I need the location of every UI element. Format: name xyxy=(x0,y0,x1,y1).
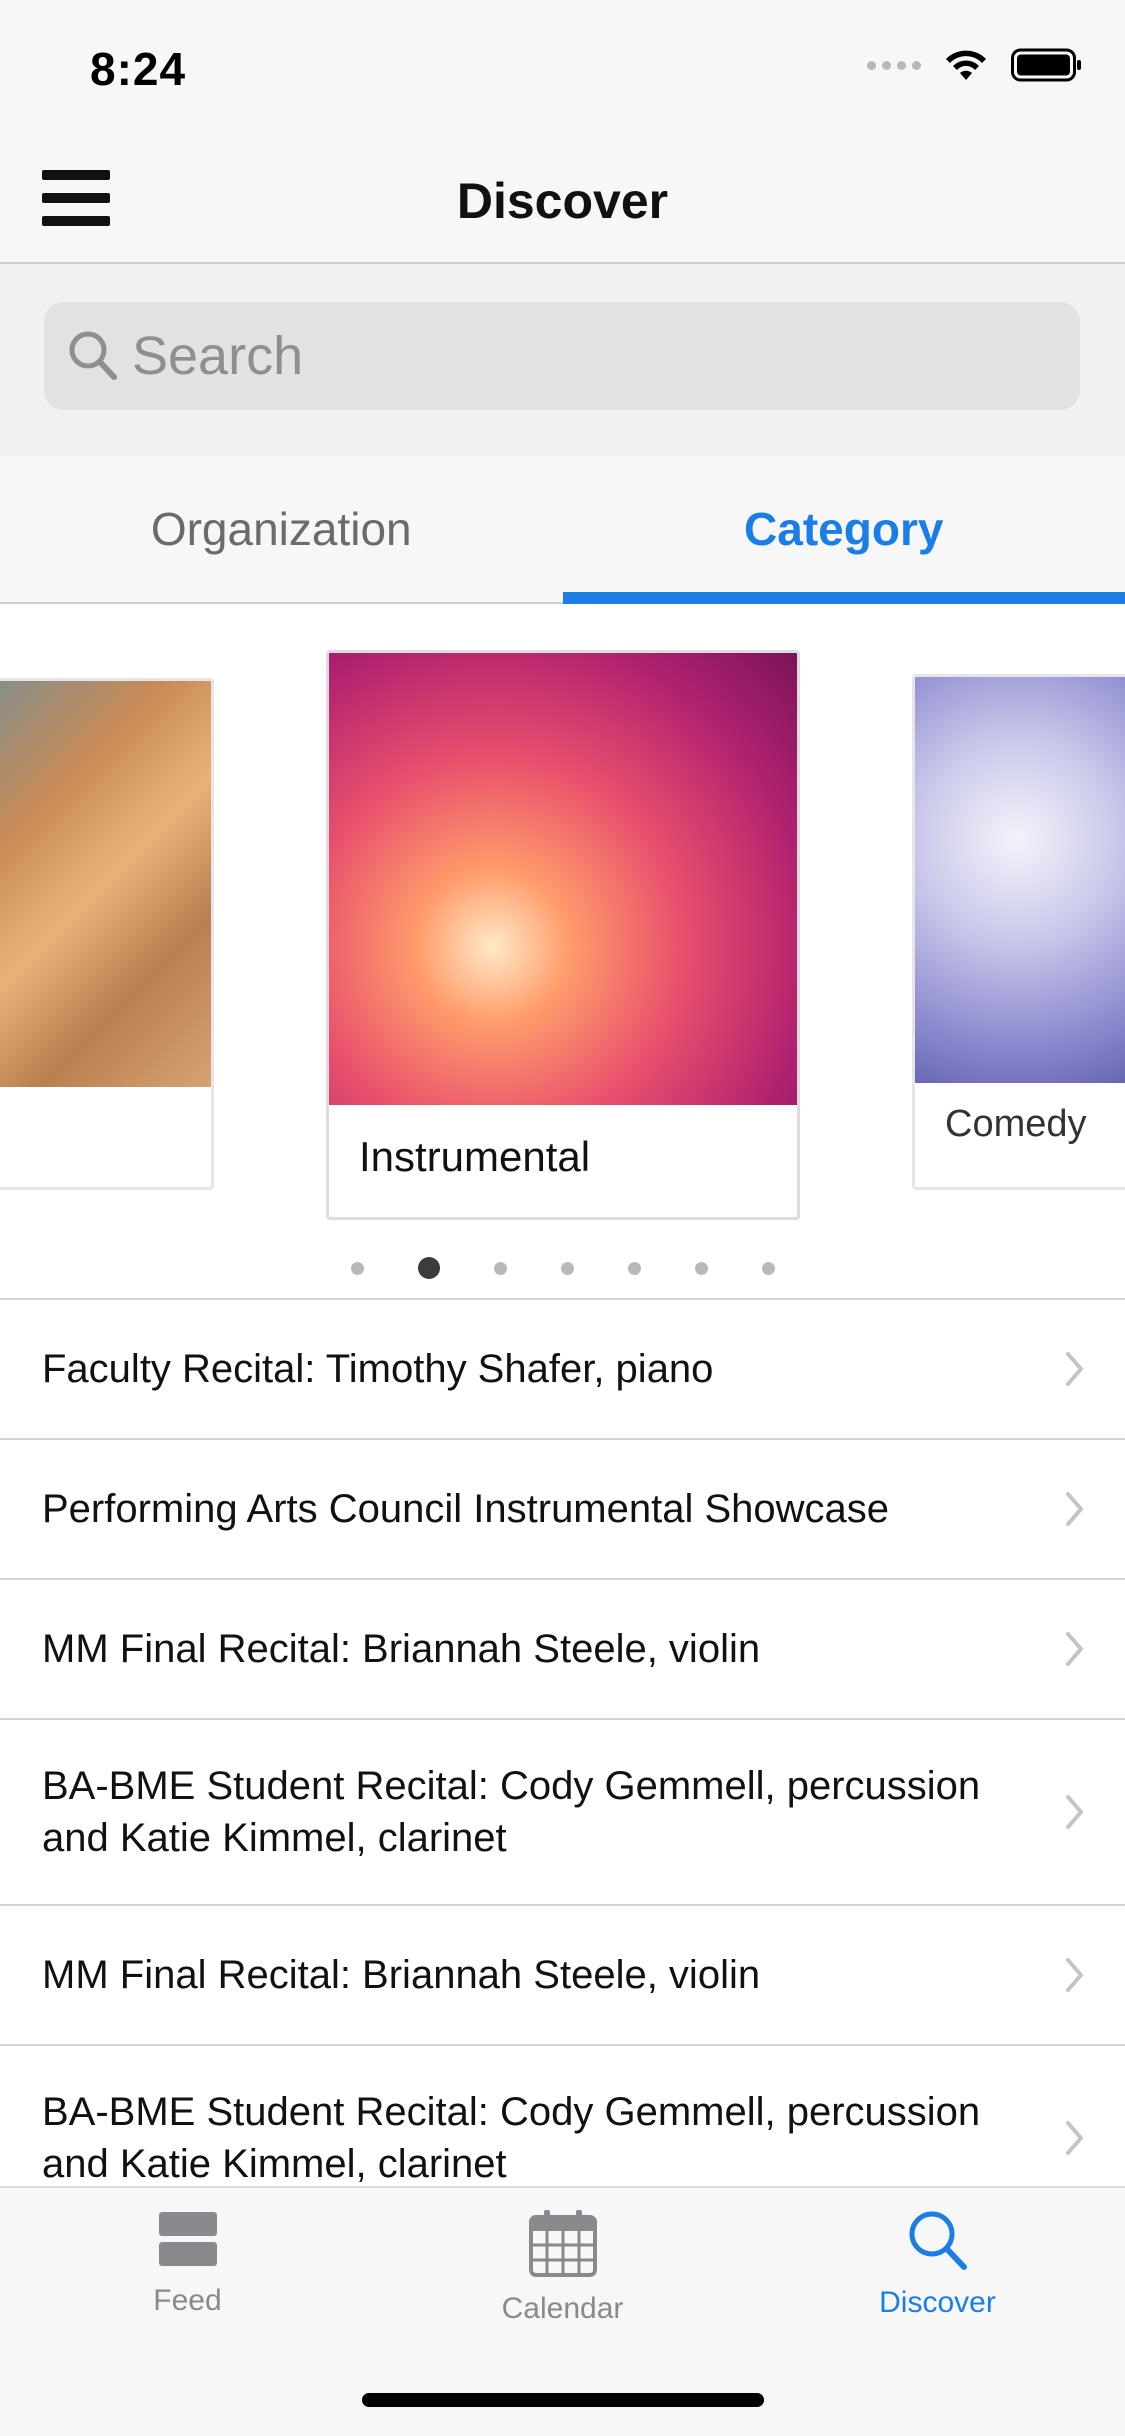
event-row[interactable]: MM Final Recital: Briannah Steele, violi… xyxy=(0,1578,1125,1718)
tab-organization[interactable]: Organization xyxy=(0,456,563,602)
segment-tabs: Organization Category xyxy=(0,456,1125,604)
category-image xyxy=(915,677,1125,1083)
page-dot[interactable] xyxy=(493,1261,507,1275)
event-title: MM Final Recital: Briannah Steele, violi… xyxy=(42,1953,761,1997)
tab-category[interactable]: Category xyxy=(562,456,1125,604)
navigation-bar: Discover xyxy=(0,132,1125,264)
page-indicator[interactable] xyxy=(0,1248,1125,1288)
event-title: BA-BME Student Recital: Cody Gemmell, pe… xyxy=(42,2090,981,2186)
status-icons xyxy=(867,48,1083,82)
event-title: Faculty Recital: Timothy Shafer, piano xyxy=(42,1347,714,1391)
search-icon xyxy=(909,2211,967,2270)
tab-label: Discover xyxy=(879,2286,996,2319)
tab-label: Feed xyxy=(153,2284,222,2317)
page-dot[interactable] xyxy=(350,1261,364,1275)
status-bar: 8:24 xyxy=(0,0,1125,132)
search-section xyxy=(0,264,1125,456)
search-bar[interactable] xyxy=(44,302,1080,410)
wifi-icon xyxy=(946,50,986,80)
chevron-right-icon xyxy=(1066,1352,1083,1386)
home-indicator[interactable] xyxy=(362,2393,764,2407)
category-carousel[interactable]: s Instrumental Comedy xyxy=(0,604,1125,1304)
tab-discover[interactable]: Discover xyxy=(750,2188,1125,2356)
page-dot[interactable] xyxy=(761,1261,775,1275)
page-dot[interactable] xyxy=(694,1261,708,1275)
search-input[interactable] xyxy=(132,322,1062,390)
category-image xyxy=(329,653,797,1105)
event-list: Faculty Recital: Timothy Shafer, piano P… xyxy=(0,1298,1125,2230)
page-dot[interactable] xyxy=(627,1261,641,1275)
category-card-comedy[interactable]: Comedy xyxy=(912,674,1125,1190)
event-row[interactable]: Faculty Recital: Timothy Shafer, piano xyxy=(0,1298,1125,1438)
page-dot[interactable] xyxy=(560,1261,574,1275)
event-row[interactable]: MM Final Recital: Briannah Steele, violi… xyxy=(0,1904,1125,2044)
category-label: Instrumental xyxy=(359,1133,591,1180)
page-title: Discover xyxy=(456,173,669,229)
tab-label: Calendar xyxy=(501,2292,624,2325)
category-card-arts[interactable]: s xyxy=(0,678,214,1190)
category-image xyxy=(0,681,211,1087)
cellular-signal-icon xyxy=(867,60,921,70)
tab-feed[interactable]: Feed xyxy=(0,2188,375,2356)
event-title: MM Final Recital: Briannah Steele, violi… xyxy=(42,1627,761,1671)
chevron-right-icon xyxy=(1066,1632,1083,1666)
chevron-right-icon xyxy=(1066,2121,1083,2155)
feed-icon xyxy=(158,2212,217,2266)
tab-calendar[interactable]: Calendar xyxy=(375,2188,750,2356)
event-row[interactable]: Performing Arts Council Instrumental Sho… xyxy=(0,1438,1125,1578)
battery-icon xyxy=(1011,48,1081,82)
category-label: Comedy xyxy=(945,1103,1087,1145)
chevron-right-icon xyxy=(1066,1958,1083,1992)
category-card-instrumental[interactable]: Instrumental xyxy=(326,650,800,1220)
event-row[interactable]: BA-BME Student Recital: Cody Gemmell, pe… xyxy=(0,1718,1125,1904)
status-time: 8:24 xyxy=(90,43,187,95)
page-dot-active[interactable] xyxy=(417,1257,440,1279)
chevron-right-icon xyxy=(1066,1492,1083,1526)
event-title: Performing Arts Council Instrumental Sho… xyxy=(42,1487,890,1531)
chevron-right-icon xyxy=(1066,1795,1083,1829)
calendar-icon xyxy=(528,2210,597,2277)
search-icon xyxy=(69,331,117,380)
event-title: BA-BME Student Recital: Cody Gemmell, pe… xyxy=(42,1764,981,1860)
